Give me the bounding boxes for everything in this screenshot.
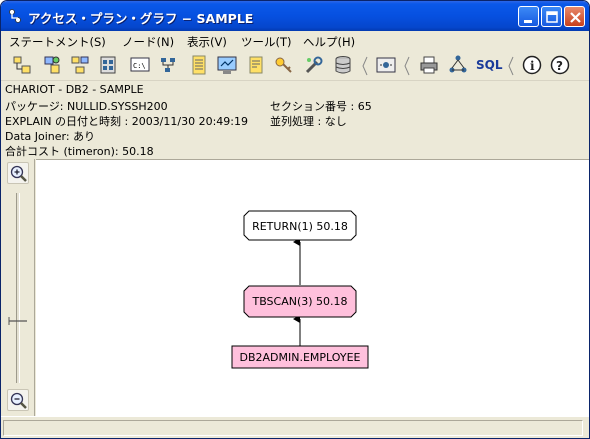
minimize-icon	[524, 20, 532, 23]
status-bar	[1, 416, 589, 438]
hierarchy-icon	[161, 58, 175, 72]
hierarchy-button[interactable]	[158, 54, 180, 76]
zoom-out-icon	[10, 392, 27, 409]
maximize-icon	[546, 11, 558, 23]
zoom-out-button[interactable]	[7, 389, 29, 411]
print-button[interactable]	[418, 54, 440, 76]
tbscan-node[interactable]: TBSCAN(3) 50.18	[243, 285, 357, 318]
explain-datetime: EXPLAIN の日付と時刻 : 2003/11/30 20:49:19	[5, 115, 248, 128]
settings-icon	[376, 57, 396, 73]
menu-statement[interactable]: ステートメント(S)	[9, 34, 106, 50]
key-icon	[275, 57, 292, 73]
table-node[interactable]: DB2ADMIN.EMPLOYEE	[231, 345, 369, 369]
svg-text:?: ?	[556, 59, 563, 73]
tools-icon	[305, 56, 323, 74]
info-button[interactable]: i	[521, 54, 543, 76]
table-stats-icon	[100, 56, 116, 74]
toolbar-separator	[404, 56, 410, 76]
parallel-info: 並列処理 : なし	[270, 115, 347, 128]
graph-node-icon	[71, 56, 89, 74]
menu-help[interactable]: ヘルプ(H)	[303, 34, 355, 50]
database-icon	[335, 56, 351, 74]
note-button[interactable]	[245, 54, 267, 76]
document-button[interactable]	[188, 54, 210, 76]
access-plan-graph-canvas[interactable]: RETURN(1) 50.18 TBSCAN(3) 50.18 DB2ADMIN…	[36, 159, 589, 416]
network-icon	[449, 55, 467, 73]
key-button[interactable]	[273, 54, 295, 76]
return-node[interactable]: RETURN(1) 50.18	[243, 210, 357, 241]
database-path: CHARIOT - DB2 - SAMPLE	[5, 83, 144, 96]
toolbar-separator	[508, 56, 514, 76]
close-button[interactable]	[564, 6, 585, 27]
console-icon: C:\	[130, 57, 150, 72]
package-info: パッケージ: NULLID.SYSSH200	[5, 100, 168, 113]
help-icon: ?	[550, 55, 570, 75]
toolbar: C:\ SQL i ?	[1, 51, 589, 81]
menu-node[interactable]: ノード(N)	[122, 34, 174, 50]
database-button[interactable]	[332, 54, 354, 76]
return-node-label: RETURN(1) 50.18	[252, 220, 348, 233]
status-field	[3, 420, 583, 436]
plan-info-panel: CHARIOT - DB2 - SAMPLE パッケージ: NULLID.SYS…	[1, 81, 589, 159]
svg-text:i: i	[530, 59, 535, 73]
toolbar-separator	[362, 56, 368, 76]
zoom-slider-thumb[interactable]	[7, 315, 29, 327]
total-cost: 合計コスト (timeron): 50.18	[5, 145, 154, 158]
minimize-button[interactable]	[518, 6, 539, 27]
tbscan-node-label: TBSCAN(3) 50.18	[251, 295, 347, 308]
node-details-icon	[44, 56, 60, 74]
graph-node-button[interactable]	[69, 54, 91, 76]
network-button[interactable]	[447, 54, 469, 76]
settings-button[interactable]	[375, 54, 397, 76]
console-button[interactable]: C:\	[129, 54, 151, 76]
window-title: アクセス・プラン・グラフ − SAMPLE	[28, 11, 254, 26]
monitor-icon	[217, 56, 237, 74]
print-icon	[420, 56, 438, 74]
sql-button[interactable]: SQL	[475, 54, 503, 76]
app-window: アクセス・プラン・グラフ − SAMPLE ステートメント(S) ノード(N) …	[0, 0, 590, 439]
close-icon	[570, 12, 581, 23]
access-plan-graph: RETURN(1) 50.18 TBSCAN(3) 50.18 DB2ADMIN…	[231, 210, 369, 369]
zoom-slider-track[interactable]	[16, 193, 20, 383]
zoom-in-button[interactable]	[7, 162, 29, 184]
monitor-button[interactable]	[216, 54, 238, 76]
tree-layout-button[interactable]	[11, 54, 33, 76]
info-icon: i	[522, 55, 542, 75]
help-button[interactable]: ?	[549, 54, 571, 76]
menu-view[interactable]: 表示(V)	[187, 34, 227, 50]
table-stats-button[interactable]	[97, 54, 119, 76]
tree-layout-icon	[13, 56, 31, 74]
title-bar[interactable]: アクセス・プラン・グラフ − SAMPLE	[1, 1, 589, 31]
menu-tools[interactable]: ツール(T)	[241, 34, 292, 50]
document-icon	[192, 55, 206, 75]
menu-bar: ステートメント(S) ノード(N) 表示(V) ツール(T) ヘルプ(H)	[1, 31, 589, 51]
section-number: セクション番号 : 65	[270, 100, 372, 113]
tools-button[interactable]	[303, 54, 325, 76]
zoom-in-icon	[10, 165, 27, 182]
sql-label: SQL	[476, 58, 503, 72]
data-joiner-info: Data Joiner: あり	[5, 130, 96, 143]
svg-text:C:\: C:\	[133, 62, 146, 70]
note-icon	[249, 56, 263, 74]
node-details-button[interactable]	[41, 54, 63, 76]
zoom-panel	[1, 159, 35, 416]
table-node-label: DB2ADMIN.EMPLOYEE	[240, 351, 361, 364]
maximize-button[interactable]	[541, 6, 562, 27]
app-icon	[7, 8, 23, 24]
